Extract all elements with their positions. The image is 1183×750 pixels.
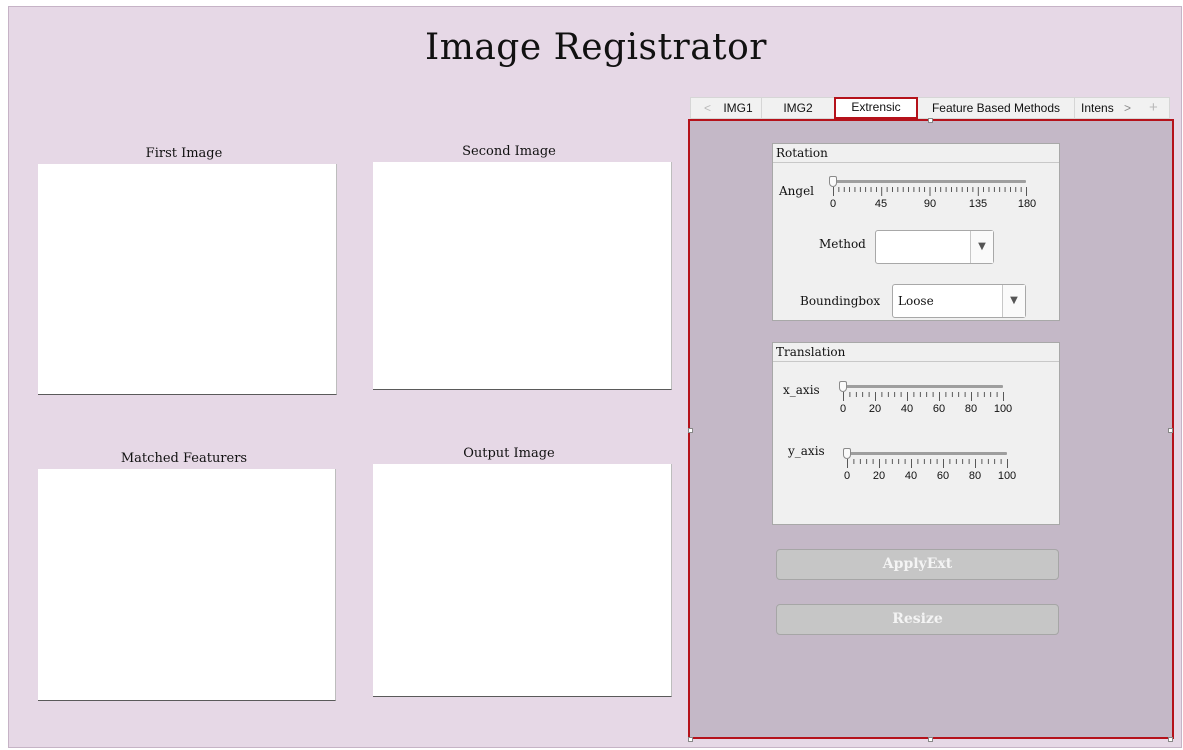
output-image-axes bbox=[373, 464, 672, 697]
angle-tick-label: 135 bbox=[968, 198, 988, 210]
boundingbox-label: Boundingbox bbox=[800, 294, 881, 308]
boundingbox-dropdown-value: Loose bbox=[898, 294, 934, 308]
y-axis-slider-thumb[interactable] bbox=[843, 448, 851, 459]
selection-handle[interactable] bbox=[688, 428, 693, 433]
angle-slider-thumb[interactable] bbox=[829, 176, 837, 187]
angle-tick-label: 45 bbox=[874, 198, 888, 210]
apply-ext-button[interactable]: ApplyExt bbox=[776, 549, 1059, 580]
tab-strip: < IMG1 IMG2 Extrensic Feature Based Meth… bbox=[690, 97, 1170, 119]
angle-tick-label: 0 bbox=[829, 198, 837, 210]
x-axis-slider-track bbox=[843, 385, 1003, 388]
y-axis-slider-ticks bbox=[847, 459, 1008, 468]
x-tick-label: 60 bbox=[932, 403, 946, 415]
first-image-axes bbox=[38, 164, 337, 395]
angle-slider[interactable]: 0 45 90 135 180 bbox=[829, 176, 1037, 216]
method-dropdown[interactable]: ▼ bbox=[875, 230, 994, 264]
y-tick-label: 20 bbox=[872, 470, 886, 482]
selection-handle[interactable] bbox=[688, 737, 693, 742]
y-tick-label: 60 bbox=[936, 470, 950, 482]
tab-intensity[interactable]: Intens bbox=[1081, 98, 1121, 118]
angle-slider-track bbox=[833, 180, 1026, 183]
extrensic-tab-panel: Rotation Angel 0 45 90 135 180 Method ▼ … bbox=[688, 119, 1174, 739]
x-axis-label: x_axis bbox=[783, 383, 820, 397]
tab-prev-arrow[interactable]: < bbox=[704, 98, 711, 118]
output-image-label: Output Image bbox=[463, 446, 555, 461]
x-tick-label: 0 bbox=[839, 403, 847, 415]
tab-feature-based-methods[interactable]: Feature Based Methods bbox=[918, 98, 1075, 118]
second-image-label: Second Image bbox=[462, 144, 556, 159]
selection-handle[interactable] bbox=[1168, 428, 1173, 433]
y-tick-label: 100 bbox=[997, 470, 1017, 482]
translation-panel: Translation x_axis 0 20 40 60 80 100 y_a… bbox=[772, 342, 1060, 525]
x-tick-label: 80 bbox=[964, 403, 978, 415]
rotation-panel: Rotation Angel 0 45 90 135 180 Method ▼ … bbox=[772, 143, 1060, 321]
tab-add-icon[interactable]: + bbox=[1149, 98, 1158, 118]
angle-tick-label: 90 bbox=[923, 198, 937, 210]
y-axis-label: y_axis bbox=[788, 444, 825, 458]
y-tick-label: 40 bbox=[904, 470, 918, 482]
app-title: Image Registrator bbox=[424, 27, 768, 68]
selection-handle[interactable] bbox=[928, 118, 933, 123]
y-tick-label: 80 bbox=[968, 470, 982, 482]
angle-label: Angel bbox=[779, 184, 815, 198]
chevron-down-icon[interactable]: ▼ bbox=[1002, 285, 1025, 317]
boundingbox-dropdown[interactable]: Loose ▼ bbox=[892, 284, 1026, 318]
first-image-label: First Image bbox=[145, 146, 223, 161]
chevron-down-icon[interactable]: ▼ bbox=[970, 231, 993, 263]
tab-img1[interactable]: IMG1 bbox=[715, 98, 762, 118]
rotation-panel-title: Rotation bbox=[773, 144, 1059, 163]
angle-tick-label: 180 bbox=[1017, 198, 1037, 210]
angle-slider-ticks bbox=[833, 187, 1027, 196]
second-image-axes bbox=[373, 162, 672, 390]
method-label: Method bbox=[819, 237, 866, 251]
selection-handle[interactable] bbox=[1168, 737, 1173, 742]
matched-features-label: Matched Featurers bbox=[120, 451, 248, 466]
tab-img2[interactable]: IMG2 bbox=[761, 98, 836, 118]
y-tick-label: 0 bbox=[843, 470, 851, 482]
x-tick-label: 100 bbox=[993, 403, 1013, 415]
x-tick-label: 20 bbox=[868, 403, 882, 415]
translation-panel-title: Translation bbox=[773, 343, 1059, 362]
y-axis-slider[interactable]: 0 20 40 60 80 100 bbox=[843, 448, 1020, 488]
tab-extrensic[interactable]: Extrensic bbox=[834, 97, 918, 119]
matched-features-axes bbox=[38, 469, 336, 701]
tab-next-arrow[interactable]: > bbox=[1124, 98, 1131, 118]
y-axis-slider-track bbox=[847, 452, 1007, 455]
x-axis-slider-ticks bbox=[843, 392, 1004, 401]
x-axis-slider[interactable]: 0 20 40 60 80 100 bbox=[839, 381, 1016, 421]
resize-button[interactable]: Resize bbox=[776, 604, 1059, 635]
x-tick-label: 40 bbox=[900, 403, 914, 415]
selection-handle[interactable] bbox=[928, 737, 933, 742]
x-axis-slider-thumb[interactable] bbox=[839, 381, 847, 392]
